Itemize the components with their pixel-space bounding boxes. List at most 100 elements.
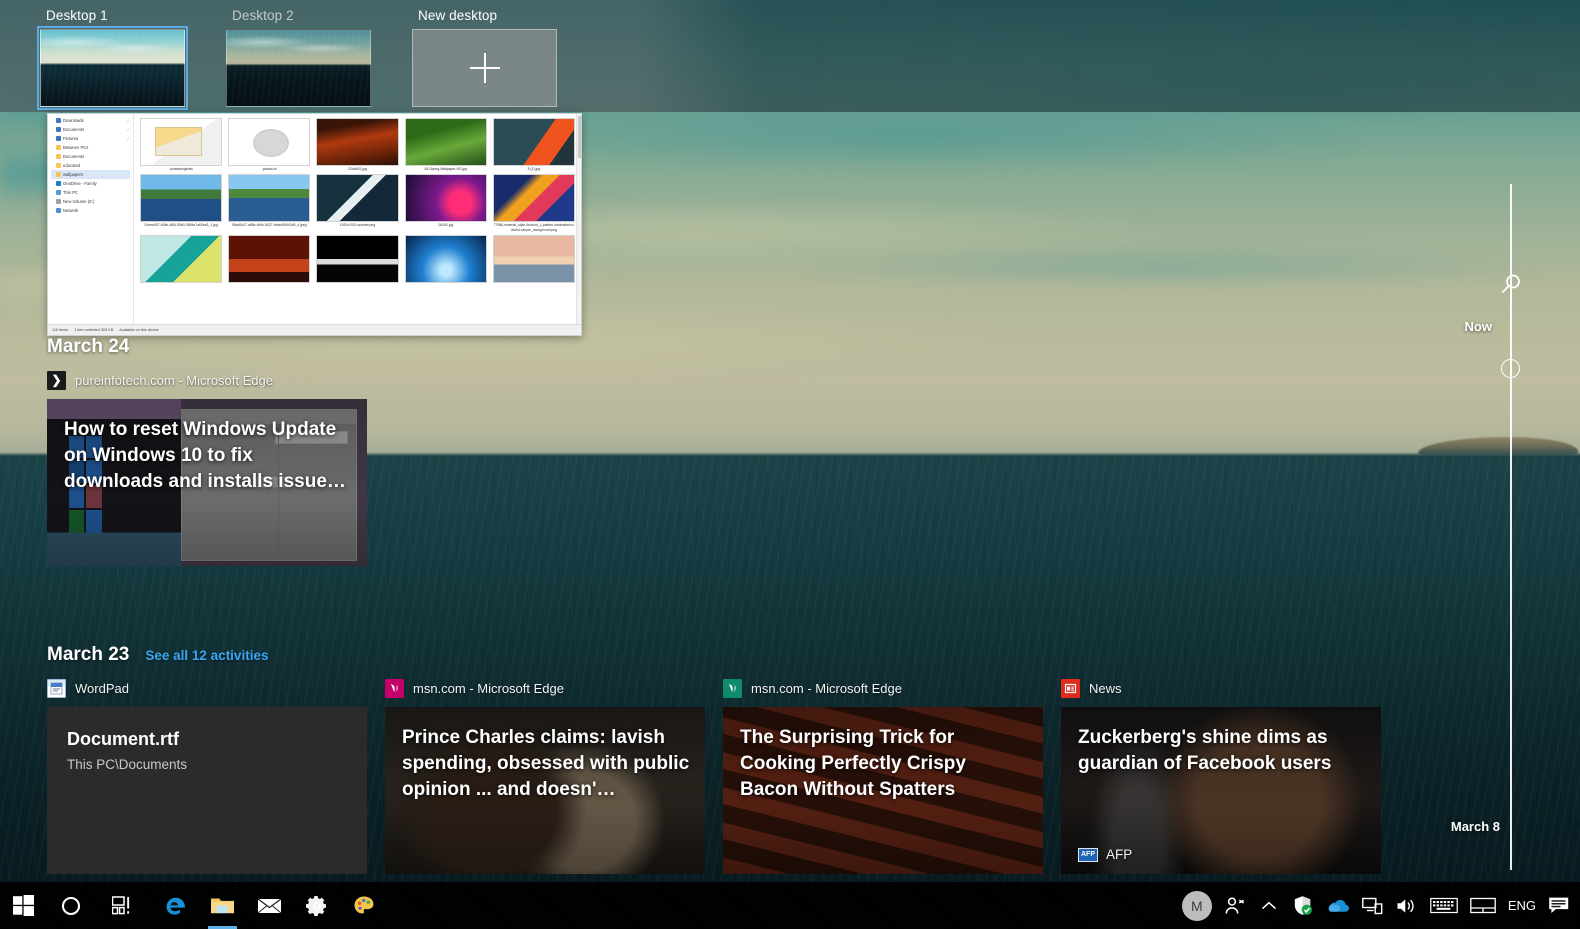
mail-button[interactable]: [246, 882, 293, 929]
cortana-button[interactable]: [47, 882, 94, 929]
folder-icon: [56, 172, 61, 177]
file-explorer-button[interactable]: [199, 882, 246, 929]
activity-item[interactable]: WordPad Document.rtf This PC\Documents: [47, 676, 367, 874]
timeline-scrollbar[interactable]: Now March 8: [1430, 112, 1580, 882]
explorer-nav-item[interactable]: OneDrive - Family: [51, 179, 130, 188]
new-desktop-tile[interactable]: [412, 29, 557, 107]
explorer-file-tile[interactable]: [228, 234, 311, 284]
explorer-file-tile[interactable]: 22dd401.jpg: [316, 118, 399, 171]
explorer-nav-item[interactable]: This PC: [51, 188, 130, 197]
virtual-desktop-2-thumbnail[interactable]: [226, 29, 371, 107]
activity-card[interactable]: Document.rtf This PC\Documents: [47, 707, 367, 874]
see-all-activities-link[interactable]: See all 12 activities: [145, 648, 268, 663]
edge-button[interactable]: [152, 882, 199, 929]
touch-keyboard-button[interactable]: [1424, 882, 1464, 929]
explorer-nav-item[interactable]: Between PCs: [51, 143, 130, 152]
timeline-content: March 24 ❯ pureinfotech.com - Microsoft …: [0, 336, 1580, 882]
explorer-file-tile[interactable]: 48-Spring-Wallpaper-HD.jpg: [404, 118, 487, 171]
virtual-desktops-strip: Desktop 1 Desktop 2 New desktop: [0, 0, 1580, 112]
activity-headline: Document.rtf: [67, 729, 179, 749]
activity-card[interactable]: How to reset Windows Update on Windows 1…: [47, 399, 367, 566]
activity-source: AFP AFP: [1078, 847, 1132, 862]
explorer-file-name: .picasa.ini: [261, 167, 277, 171]
explorer-nav-item[interactable]: New Volume (E:): [51, 197, 130, 206]
activity-item[interactable]: ❯ pureinfotech.com - Microsoft Edge How …: [47, 368, 367, 566]
windows-defender-button[interactable]: [1286, 882, 1320, 929]
explorer-file-tile[interactable]: .picasaoriginals: [140, 118, 223, 171]
language-indicator[interactable]: ENG: [1502, 882, 1542, 929]
action-center-button[interactable]: [1542, 882, 1576, 929]
touchpad-button[interactable]: [1464, 882, 1502, 929]
explorer-file-tile[interactable]: 1920x1920-wonder.png: [316, 174, 399, 232]
explorer-file-tile[interactable]: [316, 234, 399, 284]
network-button[interactable]: [1356, 882, 1390, 929]
user-avatar[interactable]: M: [1176, 882, 1218, 929]
explorer-file-tile[interactable]: [140, 234, 223, 284]
explorer-scrollbar[interactable]: [576, 114, 581, 324]
msn-icon: [385, 678, 404, 698]
activity-card[interactable]: Zuckerberg's shine dims as guardian of F…: [1061, 707, 1381, 874]
explorer-nav-item[interactable]: Documents ✓: [51, 125, 130, 134]
explorer-nav-item-label: Network: [63, 208, 79, 213]
virtual-desktop-1-thumbnail[interactable]: [37, 26, 188, 110]
windows-logo-icon: [13, 895, 34, 916]
explorer-file-tile[interactable]: 98cd0647-a85e-4b9c-8027-bbbe3060f2d0_4.j…: [228, 174, 311, 232]
network-icon: [1362, 897, 1383, 914]
start-button[interactable]: [0, 882, 47, 929]
explorer-nav-item[interactable]: Pictures ✓: [51, 134, 130, 143]
explorer-file-name: 2614D.jpg: [437, 223, 454, 228]
file-explorer-window-thumbnail[interactable]: Downloads ✓ Documents ✓ Pictures ✓ Between PCs…: [47, 113, 582, 336]
touchpad-icon: [1469, 897, 1496, 914]
show-hidden-icons-button[interactable]: [1252, 882, 1286, 929]
volume-button[interactable]: [1390, 882, 1424, 929]
action-center-icon: [1549, 897, 1569, 913]
explorer-nav-item[interactable]: Network: [51, 206, 130, 215]
activity-item[interactable]: msn.com - Microsoft Edge The Surprising …: [723, 676, 1043, 874]
activity-app-title: WordPad: [75, 680, 129, 696]
activity-source-name: AFP: [1106, 847, 1133, 862]
explorer-nav-item[interactable]: wallpapers: [51, 170, 130, 179]
explorer-file-tile[interactable]: 51eea007-60db-4f84-95b0-0894a7a82ea3_1.j…: [140, 174, 223, 232]
folder-icon: [56, 154, 61, 159]
explorer-file-thumbnail: [316, 234, 399, 283]
explorer-file-name: 98cd0647-a85e-4b9c-8027-bbbe3060f2d0_4.j…: [231, 223, 307, 228]
explorer-nav-item[interactable]: Documents: [51, 152, 130, 161]
people-button[interactable]: [1218, 882, 1252, 929]
explorer-file-tile[interactable]: 2614D.jpg: [404, 174, 487, 232]
activity-item[interactable]: News Zuckerberg's shine dims as guardian…: [1061, 676, 1381, 874]
virtual-desktop-2[interactable]: Desktop 2: [226, 0, 371, 107]
virtual-desktop-1[interactable]: Desktop 1: [37, 0, 188, 110]
explorer-nav-item[interactable]: educated: [51, 161, 130, 170]
new-desktop[interactable]: New desktop: [412, 0, 557, 107]
timeline-scroll-handle[interactable]: [1501, 359, 1520, 378]
explorer-file-tile[interactable]: 5 (1).jpg: [492, 118, 575, 171]
explorer-file-grid: .picasaoriginals .picasa.ini 22dd401.jpg 48…: [134, 114, 581, 324]
timeline-group-header-march-23: March 23 See all 12 activities: [0, 644, 1580, 666]
paint3d-button[interactable]: [340, 882, 387, 929]
activity-header: ❯ pureinfotech.com - Microsoft Edge: [47, 368, 367, 392]
timeline-search-button[interactable]: [1498, 272, 1524, 298]
document-icon: [56, 127, 61, 132]
virtual-desktops-row: Desktop 1 Desktop 2 New desktop: [37, 0, 557, 110]
taskbar-left-buttons: [0, 882, 387, 929]
explorer-nav-item-label: wallpapers: [63, 172, 84, 177]
onedrive-button[interactable]: [1320, 882, 1356, 929]
task-view-button[interactable]: [94, 882, 152, 929]
explorer-file-name: 51eea007-60db-4f84-95b0-0894a7a82ea3_1.j…: [144, 223, 218, 228]
explorer-file-tile[interactable]: [492, 234, 575, 284]
activity-app-title: News: [1089, 680, 1122, 696]
activity-card[interactable]: The Surprising Trick for Cooking Perfect…: [723, 707, 1043, 874]
explorer-file-tile[interactable]: 77988-material_style-Android_L-pattern-m…: [492, 174, 575, 232]
explorer-nav-item[interactable]: Downloads ✓: [51, 116, 130, 125]
activity-item[interactable]: msn.com - Microsoft Edge Prince Charles …: [385, 676, 705, 874]
explorer-file-tile[interactable]: [404, 234, 487, 284]
activity-card[interactable]: Prince Charles claims: lavish spending, …: [385, 707, 705, 874]
wordpad-icon: [47, 678, 66, 698]
settings-button[interactable]: [293, 882, 340, 929]
search-icon: [1501, 274, 1520, 294]
explorer-file-name: 5 (1).jpg: [527, 167, 541, 171]
explorer-file-thumbnail: [140, 234, 223, 283]
timeline-cards-march-23: WordPad Document.rtf This PC\Documents m…: [0, 676, 1580, 874]
explorer-file-tile[interactable]: .picasa.ini: [228, 118, 311, 171]
explorer-nav-item-label: Documents: [63, 154, 85, 159]
